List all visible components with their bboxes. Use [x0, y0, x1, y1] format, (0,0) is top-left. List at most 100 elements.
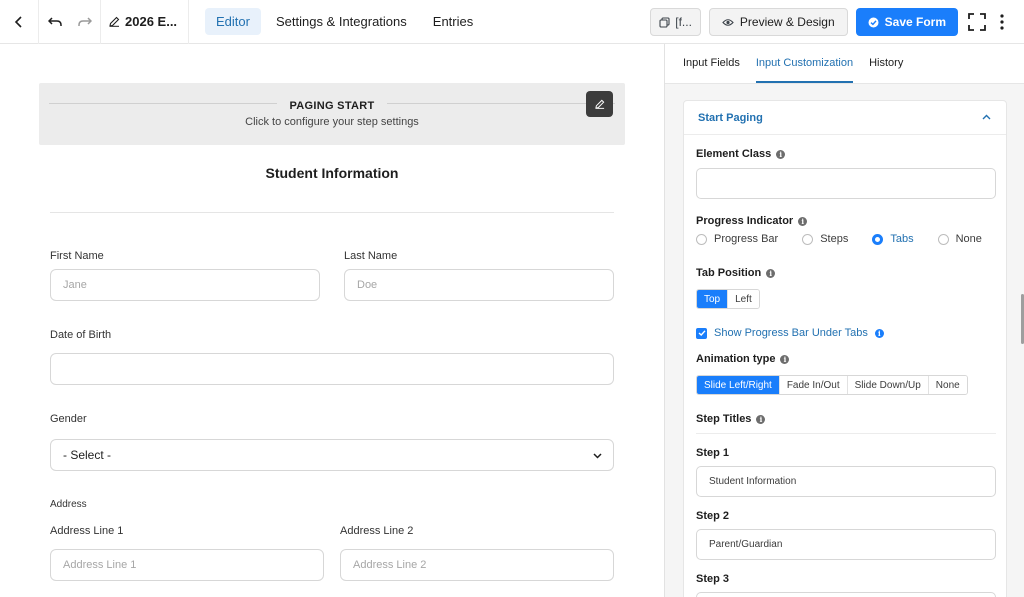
tab-position-left[interactable]: Left	[728, 290, 759, 308]
tab-settings-integrations[interactable]: Settings & Integrations	[265, 8, 418, 35]
start-paging-header[interactable]: Start Paging	[684, 101, 1006, 135]
info-icon: i	[798, 216, 808, 226]
animation-slide-left-right[interactable]: Slide Left/Right	[697, 376, 780, 394]
radio-progress-bar[interactable]: Progress Bar	[696, 233, 778, 245]
eye-icon	[722, 18, 734, 26]
form-title-text: 2026 E...	[125, 14, 178, 29]
fullscreen-icon	[968, 13, 986, 31]
animation-type-segmented: Slide Left/Right Fade In/Out Slide Down/…	[696, 375, 968, 395]
address-line-2-label: Address Line 2	[340, 525, 414, 537]
tab-history[interactable]: History	[861, 44, 911, 83]
animation-type-label: Animation type i	[696, 353, 790, 365]
date-of-birth-label: Date of Birth	[50, 329, 112, 341]
chevron-down-icon	[593, 453, 602, 459]
tab-position-top[interactable]: Top	[697, 290, 729, 308]
preview-design-label: Preview & Design	[739, 15, 835, 29]
tab-position-label: Tab Position i	[696, 267, 776, 279]
address-line-2-input[interactable]: Address Line 2	[340, 549, 614, 581]
section-title: Student Information	[265, 165, 399, 181]
shortcode-button[interactable]: [f...	[650, 8, 701, 36]
panel-tabs: Input Fields Input Customization History	[665, 44, 1024, 84]
settings-panel: Input Fields Input Customization History…	[664, 44, 1024, 597]
tab-input-customization[interactable]: Input Customization	[748, 44, 861, 83]
paging-subtitle: Click to configure your step settings	[245, 116, 419, 128]
step-2-input[interactable]: Parent/Guardian	[696, 529, 996, 560]
progress-indicator-options: Progress Bar Steps Tabs None	[696, 233, 982, 245]
radio-circle	[696, 233, 707, 245]
undo-icon	[47, 16, 62, 26]
step-titles-divider	[696, 433, 996, 434]
paging-title-text: PAGING START	[277, 100, 387, 112]
gender-label: Gender	[50, 413, 87, 425]
undo-button[interactable]	[39, 0, 70, 44]
gender-selected-value: - Select -	[63, 448, 112, 462]
radio-tabs[interactable]: Tabs	[872, 233, 914, 245]
back-button[interactable]	[0, 0, 39, 44]
step-1-input[interactable]: Student Information	[696, 466, 996, 497]
animation-slide-down-up[interactable]: Slide Down/Up	[847, 376, 929, 394]
tab-input-fields[interactable]: Input Fields	[675, 44, 748, 83]
last-name-label: Last Name	[344, 250, 398, 262]
section-divider	[50, 212, 614, 213]
progress-indicator-text: Progress Indicator	[696, 215, 794, 227]
animation-none[interactable]: None	[928, 376, 967, 394]
check-icon	[698, 330, 706, 336]
chevron-left-icon	[14, 15, 22, 28]
show-progress-label: Show Progress Bar Under Tabs	[714, 327, 868, 339]
address-group-label: Address	[50, 499, 87, 510]
radio-circle	[937, 233, 949, 245]
radio-circle	[802, 233, 814, 245]
animation-type-text: Animation type	[696, 353, 776, 365]
form-editor-canvas: PAGING START Click to configure your ste…	[0, 44, 664, 597]
toolbar-actions: [f... Preview & Design Save Form	[650, 0, 1024, 44]
step-3-input[interactable]	[696, 592, 996, 597]
more-options-button[interactable]	[996, 8, 1008, 36]
radio-label: Progress Bar	[714, 233, 779, 245]
paging-start-block[interactable]: PAGING START Click to configure your ste…	[39, 83, 625, 145]
radio-circle-selected	[872, 233, 884, 245]
more-vertical-icon	[1000, 14, 1004, 30]
date-of-birth-input[interactable]	[50, 353, 614, 385]
paging-edit-button[interactable]	[586, 91, 613, 117]
checkbox-checked[interactable]	[696, 327, 707, 339]
step-titles-text: Step Titles	[696, 413, 752, 425]
pencil-icon	[594, 99, 604, 109]
element-class-label: Element Class i	[696, 148, 786, 160]
info-icon: i	[780, 354, 790, 364]
start-paging-card: Start Paging Element Class i Progress In…	[683, 100, 1007, 597]
address-line-1-input[interactable]: Address Line 1	[50, 549, 324, 581]
save-form-label: Save Form	[884, 15, 946, 29]
pencil-icon	[109, 16, 120, 27]
form-title[interactable]: 2026 E...	[101, 0, 189, 44]
info-icon: i	[776, 149, 786, 159]
info-icon: i	[766, 268, 776, 278]
radio-label: Tabs	[890, 233, 914, 245]
show-progress-checkbox-row[interactable]: Show Progress Bar Under Tabs i	[696, 327, 884, 339]
radio-steps[interactable]: Steps	[802, 233, 848, 245]
step-2-label: Step 2	[696, 510, 730, 522]
first-name-label: First Name	[50, 250, 104, 262]
radio-none[interactable]: None	[937, 233, 982, 245]
tab-position-segmented: Top Left	[696, 289, 760, 309]
tab-position-text: Tab Position	[696, 267, 762, 279]
first-name-input[interactable]: Jane	[50, 269, 320, 301]
fullscreen-button[interactable]	[966, 8, 988, 36]
tab-entries[interactable]: Entries	[422, 8, 484, 35]
shortcode-text: [f...	[675, 15, 692, 29]
step-3-label: Step 3	[696, 573, 730, 585]
address-line-1-label: Address Line 1	[50, 525, 124, 537]
top-toolbar: 2026 E... Editor Settings & Integrations…	[0, 0, 1024, 44]
last-name-input[interactable]: Doe	[344, 269, 614, 301]
gender-select[interactable]: - Select -	[50, 439, 614, 471]
copy-icon	[659, 16, 670, 28]
paging-title: PAGING START	[39, 96, 625, 114]
element-class-input[interactable]	[696, 168, 996, 199]
tab-editor[interactable]: Editor	[205, 8, 261, 35]
save-form-button[interactable]: Save Form	[855, 8, 958, 36]
preview-design-button[interactable]: Preview & Design	[708, 8, 848, 36]
main-nav-tabs: Editor Settings & Integrations Entries	[205, 8, 484, 35]
redo-button[interactable]	[70, 0, 101, 44]
animation-fade-in-out[interactable]: Fade In/Out	[779, 376, 848, 394]
radio-label: Steps	[820, 233, 849, 245]
redo-icon	[78, 16, 92, 26]
